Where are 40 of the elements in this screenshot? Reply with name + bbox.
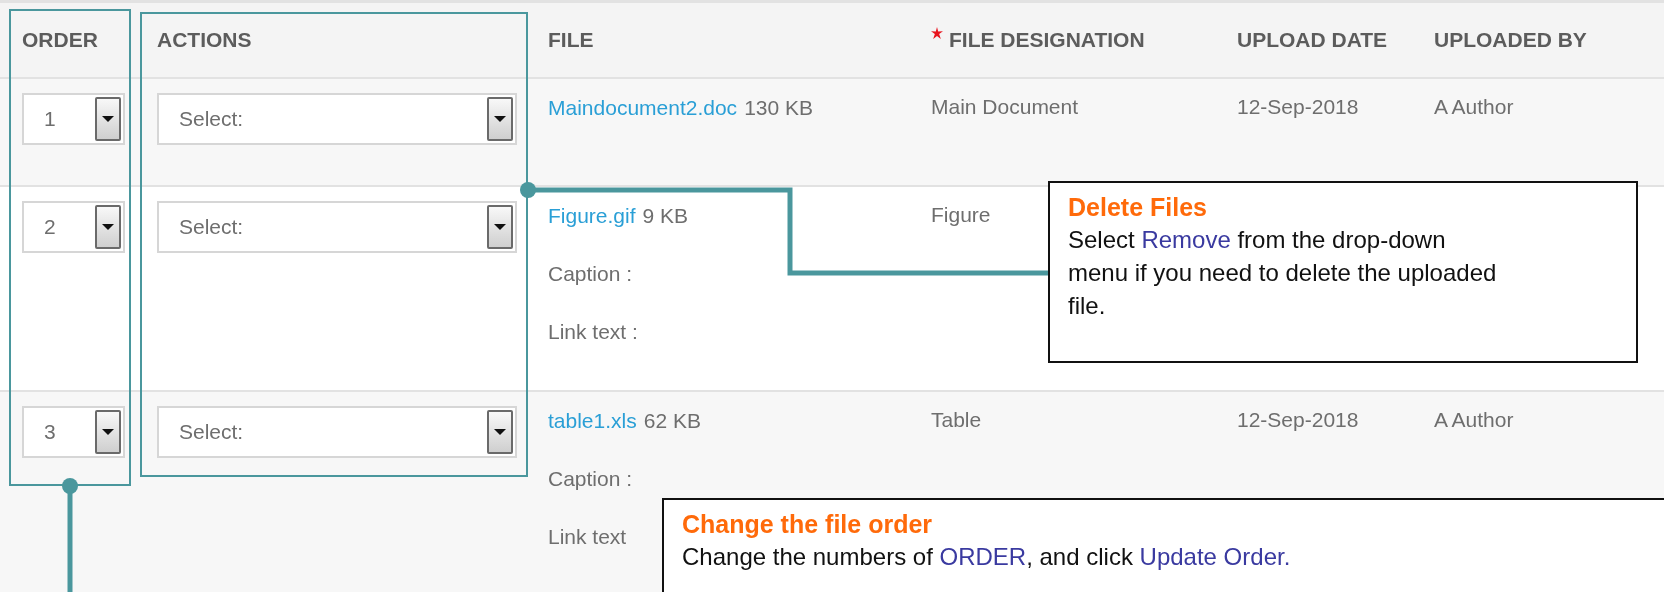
action-select[interactable]: Select:	[157, 93, 517, 145]
file-designation: Figure	[931, 203, 991, 226]
upload-date: 12-Sep-2018	[1237, 95, 1359, 118]
file-size: 62 KB	[643, 408, 701, 434]
file-designation: Table	[931, 408, 982, 431]
order-select[interactable]: 3	[22, 406, 125, 458]
file-size: 130 KB	[744, 95, 813, 121]
file-link[interactable]: table1.xls	[548, 407, 637, 435]
order-select[interactable]: 1	[22, 93, 125, 145]
column-header: UPLOAD DATE	[1237, 28, 1388, 52]
required-icon	[931, 27, 943, 39]
caret-icon	[95, 97, 121, 141]
column-header: ORDER	[22, 28, 98, 52]
caret-icon	[487, 97, 513, 141]
detail-label: Link text	[548, 524, 627, 550]
detail-label: Caption :	[548, 261, 633, 287]
order-select[interactable]: 2	[22, 201, 125, 253]
caret-icon	[487, 410, 513, 454]
caret-icon	[95, 205, 121, 249]
uploader-name: A Author	[1434, 408, 1514, 431]
action-select[interactable]: Select:	[157, 406, 517, 458]
callout-title: Change the file order	[682, 509, 934, 540]
action-select[interactable]: Select:	[157, 201, 517, 253]
callout-title: Delete Files	[1068, 192, 1208, 223]
caret-icon	[487, 205, 513, 249]
caret-icon	[95, 410, 121, 454]
column-header: FILE DESIGNATION	[949, 28, 1145, 52]
file-designation: Main Document	[931, 95, 1079, 118]
upload-date: 12-Sep-2018	[1237, 408, 1359, 431]
detail-label: Link text :	[548, 319, 638, 345]
column-header: ACTIONS	[157, 28, 252, 52]
column-header: FILE	[548, 28, 594, 52]
file-size: 9 KB	[642, 203, 689, 229]
uploader-name: A Author	[1434, 95, 1514, 118]
callout-text: Change the numbers of ORDER, and click Update Order.	[682, 542, 1292, 572]
detail-label: Caption :	[548, 466, 633, 492]
file-link[interactable]: Maindocument2.doc	[548, 94, 738, 122]
file-link[interactable]: Figure.gif	[548, 202, 636, 230]
callout-text: Select Remove from the drop-down menu if you need to delete the uploaded file.	[1068, 225, 1498, 321]
column-header: UPLOADED BY	[1434, 28, 1587, 52]
